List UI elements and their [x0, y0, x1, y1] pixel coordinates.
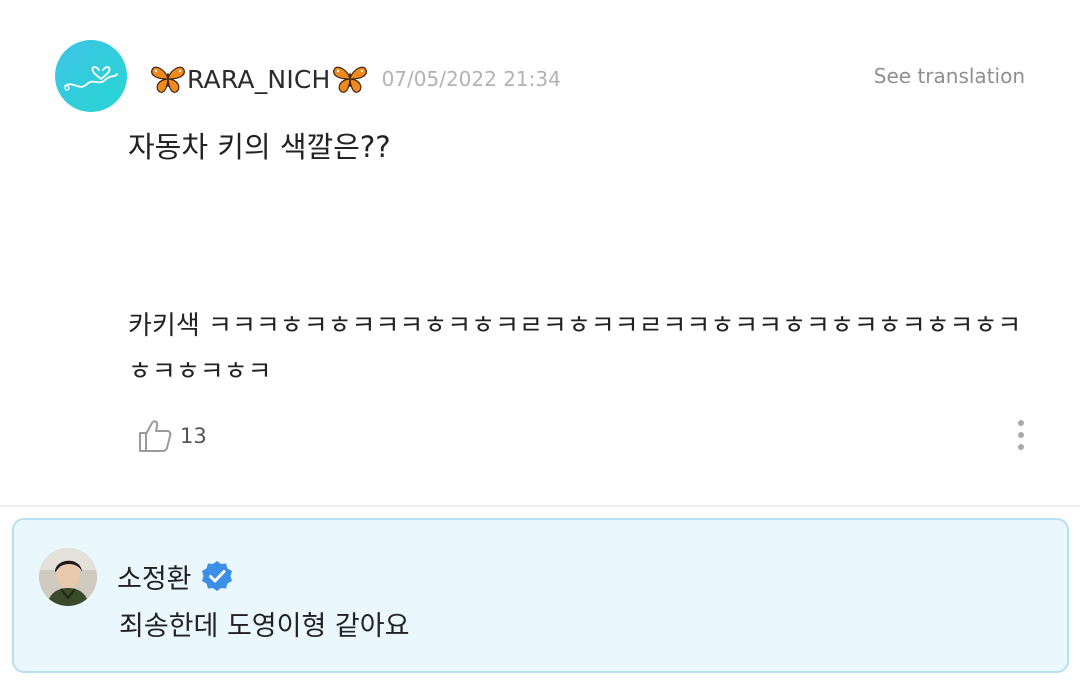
post-header: RARA_NICH 07/05/2022 21:34 [150, 62, 561, 96]
butterfly-icon [332, 64, 368, 94]
reply-header: 소정환 [117, 557, 234, 596]
post-text-line: 자동차 키의 색깔은?? [128, 130, 391, 164]
like-count: 13 [180, 424, 207, 448]
post-text-line: 카키색 ㅋㅋㅋㅎㅋㅎㅋㅋㅋㅎㅋㅎㅋㄹㅋㅎㅋㅋㄹㅋㅋㅎㅋㅋㅎㅋㅎㅋㅎㅋㅎㅋㅎㅋㅎㅋ… [128, 311, 1022, 387]
post-author-avatar[interactable] [55, 40, 127, 112]
thumbs-up-icon [139, 420, 172, 452]
more-vertical-icon [1018, 444, 1024, 450]
user-photo-avatar [39, 548, 97, 606]
reply-author-name[interactable]: 소정환 [117, 557, 192, 596]
reply-text: 죄송한데 도영이형 같아요 [119, 611, 410, 642]
post-card: RARA_NICH 07/05/2022 21:34 See translati… [0, 0, 1080, 505]
more-vertical-icon [1018, 420, 1024, 426]
post-timestamp: 07/05/2022 21:34 [381, 67, 561, 91]
verified-badge-icon [200, 559, 234, 593]
divider [0, 505, 1080, 507]
reply-card: 소정환 죄송한데 도영이형 같아요 [12, 518, 1069, 673]
reply-author-avatar[interactable] [39, 548, 97, 606]
more-vertical-icon [1018, 432, 1024, 438]
bottom-spacer [0, 685, 1080, 697]
heart-doodle-icon [64, 66, 118, 91]
like-button[interactable]: 13 [136, 416, 207, 456]
more-options-button[interactable] [1008, 415, 1034, 455]
see-translation-link[interactable]: See translation [874, 64, 1025, 88]
post-author-name[interactable]: RARA_NICH [187, 65, 331, 94]
butterfly-icon [150, 64, 186, 94]
